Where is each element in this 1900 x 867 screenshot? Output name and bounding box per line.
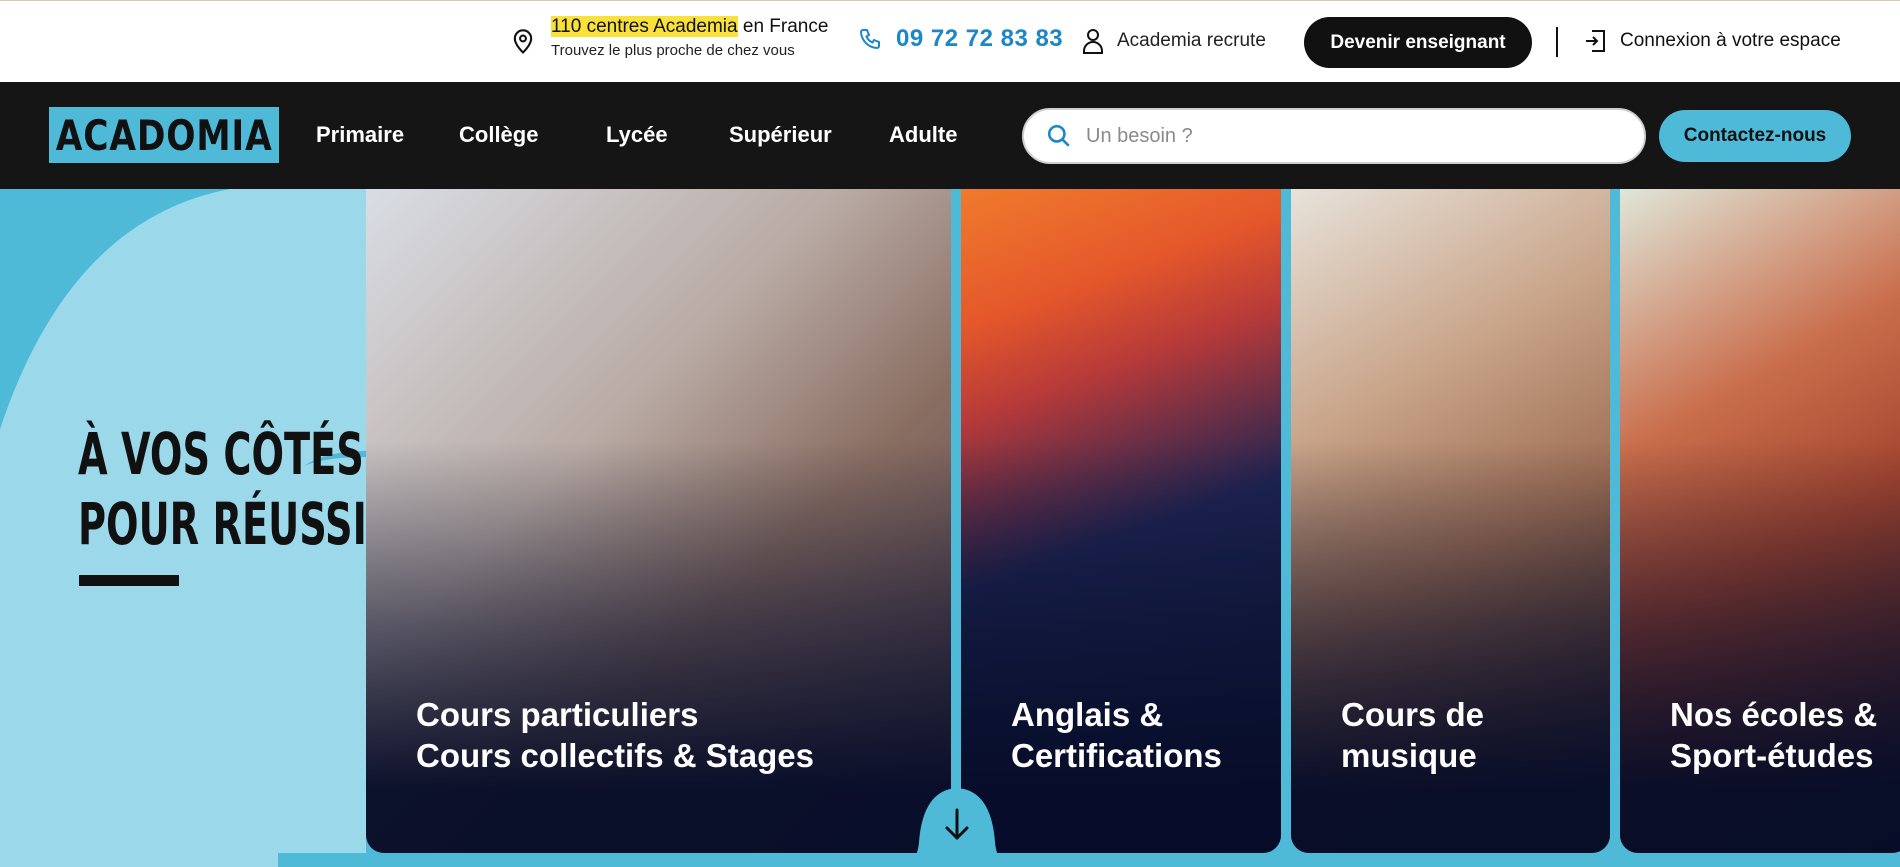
- phone-icon: [859, 29, 880, 50]
- hero-title-underline: [79, 575, 179, 586]
- connexion-label: Connexion à votre espace: [1620, 30, 1841, 51]
- scroll-down-button[interactable]: [897, 782, 1017, 867]
- hero-title-line2: POUR RÉUSSIR: [78, 490, 397, 558]
- connexion-link[interactable]: Connexion à votre espace: [1584, 29, 1841, 53]
- nav-item-primaire[interactable]: Primaire: [316, 122, 404, 148]
- devenir-enseignant-button[interactable]: Devenir enseignant: [1304, 17, 1532, 68]
- card-anglais-certifications[interactable]: Anglais & Certifications: [961, 189, 1281, 853]
- centres-count-text: 110 centres Academia en France: [551, 16, 829, 37]
- user-icon: [1083, 29, 1103, 54]
- hero-section: À VOS CÔTÉS POUR RÉUSSIR Cours particuli…: [0, 189, 1900, 867]
- centres-locator-link[interactable]: 110 centres Academia en France Trouvez l…: [509, 15, 828, 61]
- card-label: Cours particuliers Cours collectifs & St…: [416, 696, 814, 774]
- recrute-link[interactable]: Academia recrute: [1081, 27, 1266, 55]
- nav-item-superieur[interactable]: Supérieur: [729, 122, 832, 148]
- centres-subtext: Trouvez le plus proche de chez vous: [551, 42, 795, 59]
- phone-link[interactable]: 09 72 72 83 83: [858, 25, 1063, 53]
- card-label: Anglais & Certifications: [1011, 696, 1222, 774]
- card-label: Cours de musique: [1341, 696, 1485, 774]
- contact-button[interactable]: Contactez-nous: [1659, 110, 1851, 162]
- recrute-label: Academia recrute: [1117, 30, 1266, 51]
- hero-title: À VOS CÔTÉS POUR RÉUSSIR: [78, 419, 396, 559]
- nav-item-lycee[interactable]: Lycée: [606, 122, 668, 148]
- search-icon[interactable]: [1046, 123, 1072, 149]
- logo-text: ACADOMIA: [55, 110, 273, 160]
- map-pin-icon: [513, 29, 533, 54]
- acadomia-logo[interactable]: ACADOMIA: [49, 107, 279, 163]
- phone-number: 09 72 72 83 83: [896, 25, 1064, 52]
- hero-title-line1: À VOS CÔTÉS: [78, 420, 364, 488]
- login-icon: [1586, 30, 1605, 52]
- card-cours-particuliers[interactable]: Cours particuliers Cours collectifs & St…: [366, 189, 951, 853]
- divider: [1556, 27, 1558, 57]
- top-utility-bar: 110 centres Academia en France Trouvez l…: [0, 0, 1900, 82]
- nav-item-adulte[interactable]: Adulte: [889, 122, 957, 148]
- search-input[interactable]: [1086, 124, 1626, 148]
- card-cours-musique[interactable]: Cours de musique: [1291, 189, 1610, 853]
- nav-item-college[interactable]: Collège: [459, 122, 538, 148]
- main-navbar: ACADOMIA Primaire Collège Lycée Supérieu…: [0, 82, 1900, 189]
- card-label: Nos écoles & Sport-études: [1670, 696, 1878, 774]
- card-ecoles-sport-etudes[interactable]: Nos écoles & Sport-études: [1620, 189, 1900, 853]
- search-bar: [1022, 108, 1646, 164]
